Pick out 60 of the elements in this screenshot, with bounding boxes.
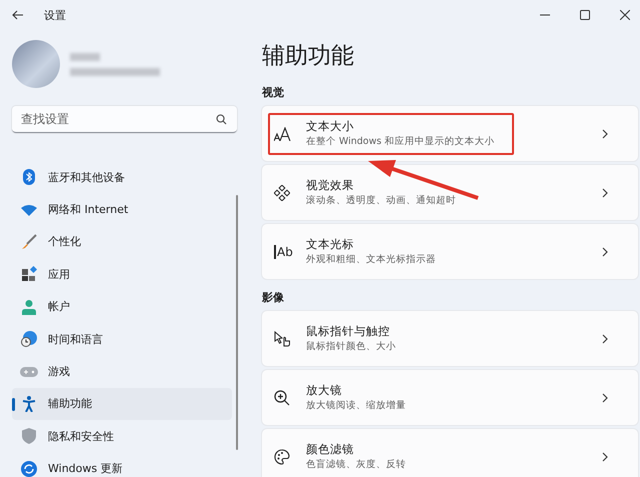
nav-item[interactable]: 时间和语言 xyxy=(12,322,232,356)
search-icon xyxy=(216,114,227,125)
card-title: 颜色滤镜 xyxy=(306,442,355,457)
pointer-hand-icon xyxy=(274,330,292,346)
chevron-right-icon xyxy=(602,392,608,402)
card-title: 放大镜 xyxy=(306,383,343,398)
chevron-right-icon xyxy=(602,452,608,462)
card-title: 文本大小 xyxy=(306,119,355,134)
card-title: 文本光标 xyxy=(306,237,355,252)
nav-item[interactable]: 蓝牙和其他设备 xyxy=(12,161,232,194)
wifi-icon xyxy=(20,204,38,216)
settings-card[interactable]: Ab 文本光标 外观和粗细、文本光标指示器 xyxy=(262,224,638,279)
page-title: 辅助功能 xyxy=(262,42,355,71)
search-field[interactable]: 查找设置 xyxy=(12,106,237,133)
globe-clock-icon xyxy=(20,331,38,348)
back-arrow-icon[interactable] xyxy=(12,10,24,20)
settings-card[interactable]: 颜色滤镜 色盲滤镜、灰度、反转 xyxy=(262,429,638,477)
zoom-in-icon xyxy=(274,390,290,406)
nav-item[interactable]: 个性化 xyxy=(12,226,232,258)
settings-card[interactable]: 文本大小 在整个 Windows 和应用中显示的文本大小 xyxy=(262,106,638,161)
text-size-icon xyxy=(274,126,292,140)
gamepad-icon xyxy=(20,366,38,377)
blurred-name xyxy=(70,52,100,60)
palette-icon xyxy=(274,448,290,464)
settings-card[interactable]: 视觉效果 滚动条、透明度、动画、通知超时 xyxy=(262,165,638,220)
refresh-icon xyxy=(20,460,38,477)
chevron-right-icon xyxy=(602,334,608,344)
paintbrush-icon xyxy=(20,234,38,250)
card-description: 鼠标指针颜色、大小 xyxy=(306,340,396,353)
accessibility-person-icon xyxy=(20,396,38,412)
bluetooth-icon xyxy=(20,169,38,186)
chevron-right-icon xyxy=(602,188,608,198)
settings-card[interactable]: 放大镜 放大镜阅读、缩放增量 xyxy=(262,370,638,425)
apps-icon xyxy=(20,266,38,282)
nav-item[interactable]: Windows 更新 xyxy=(12,452,232,477)
chevron-right-icon xyxy=(602,128,608,138)
window-title: 设置 xyxy=(44,8,66,22)
nav-item[interactable]: 帐户 xyxy=(12,290,232,323)
nav-item[interactable]: 网络和 Internet xyxy=(12,193,232,226)
avatar-photo-placeholder xyxy=(12,40,60,88)
card-description: 滚动条、透明度、动画、通知超时 xyxy=(306,194,456,207)
section-heading: 视觉 xyxy=(262,85,285,100)
maximize-icon[interactable] xyxy=(580,10,590,20)
nav-item[interactable]: 游戏 xyxy=(12,355,232,388)
nav-item[interactable]: 辅助功能 xyxy=(12,388,232,420)
shield-icon xyxy=(20,428,38,444)
section-heading: 影像 xyxy=(262,290,285,305)
card-title: 鼠标指针与触控 xyxy=(306,324,391,339)
card-description: 在整个 Windows 和应用中显示的文本大小 xyxy=(306,135,494,148)
card-description: 放大镜阅读、缩放增量 xyxy=(306,399,406,412)
settings-card[interactable]: 鼠标指针与触控 鼠标指针颜色、大小 xyxy=(262,311,638,366)
chevron-right-icon xyxy=(602,246,608,256)
card-title: 视觉效果 xyxy=(306,178,355,193)
sparkle-diamonds-icon xyxy=(274,184,290,200)
nav-item[interactable]: 隐私和安全性 xyxy=(12,420,232,453)
card-description: 外观和粗细、文本光标指示器 xyxy=(306,253,436,266)
card-description: 色盲滤镜、灰度、反转 xyxy=(306,458,406,471)
close-icon[interactable] xyxy=(620,10,630,20)
nav-item[interactable]: 应用 xyxy=(12,258,232,291)
person-icon xyxy=(20,298,38,315)
